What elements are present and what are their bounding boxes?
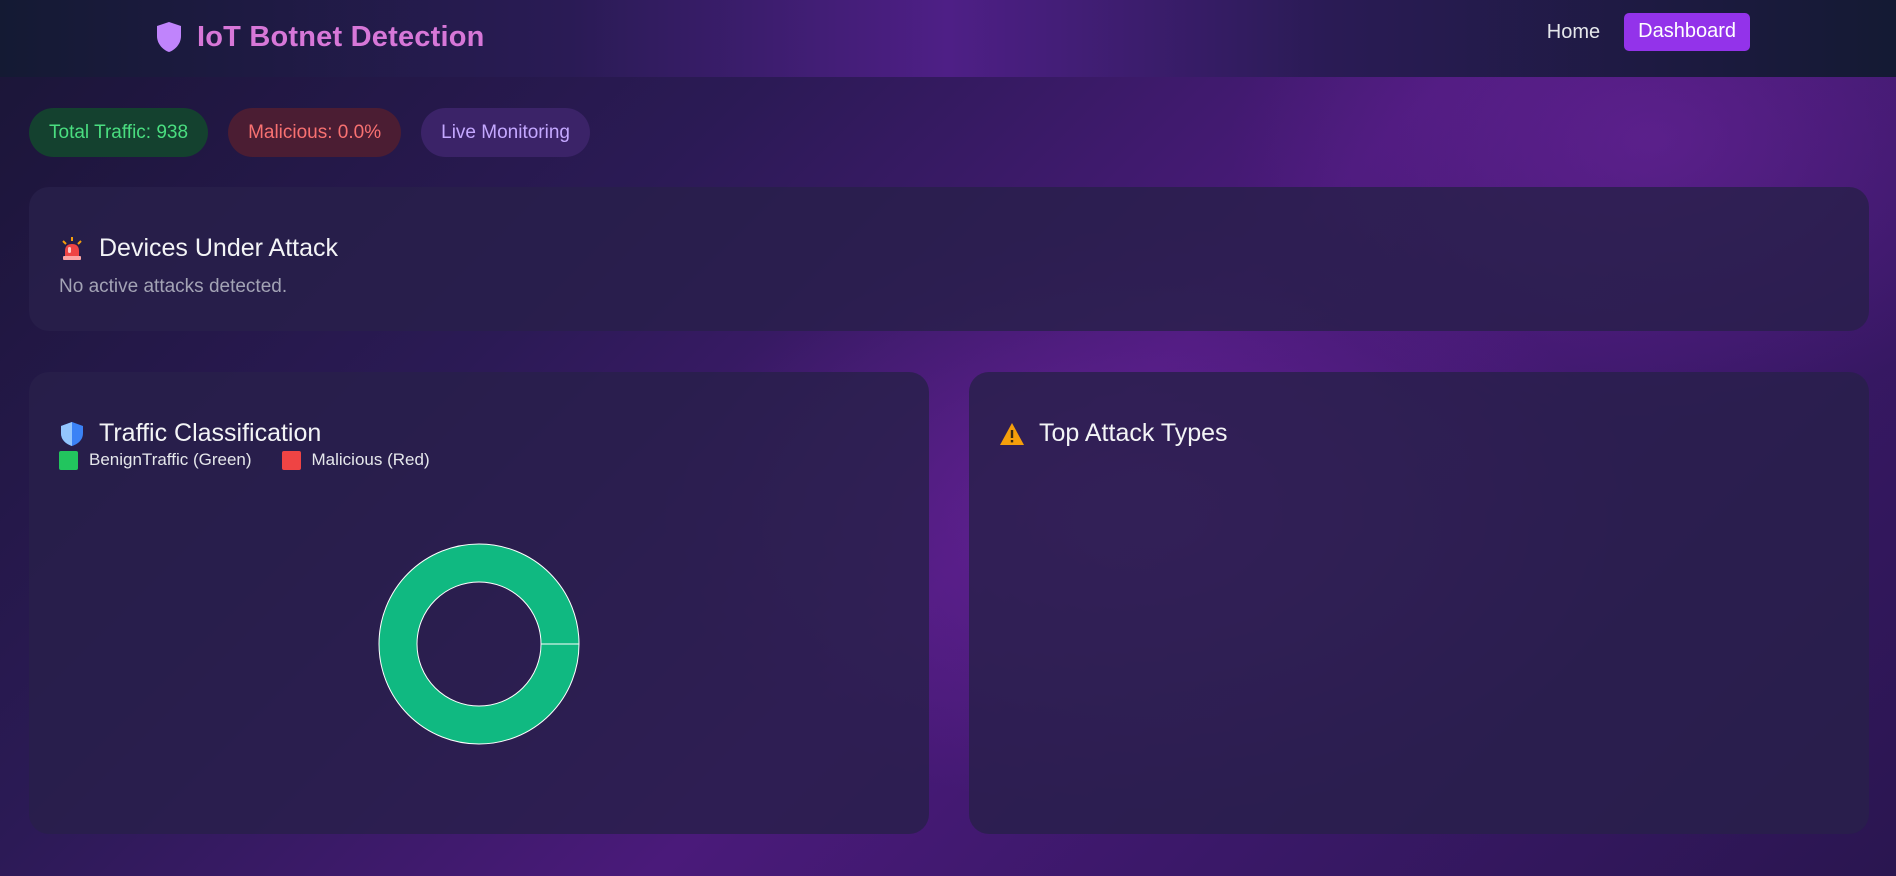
legend-label-benign: BenignTraffic (Green) xyxy=(89,450,252,469)
traffic-donut-chart[interactable] xyxy=(377,542,581,746)
main-nav: Home Dashboard xyxy=(1533,13,1750,51)
app-title: IoT Botnet Detection xyxy=(197,20,485,53)
total-traffic-badge: Total Traffic: 938 xyxy=(29,108,209,157)
live-monitoring-badge: Live Monitoring xyxy=(421,108,590,157)
stats-bar: Total Traffic: 938 Malicious: 0.0% Live … xyxy=(29,108,610,157)
devices-under-attack-title: Devices Under Attack xyxy=(99,234,338,262)
traffic-classification-heading: Traffic Classification xyxy=(59,419,321,448)
legend-item-benign[interactable]: BenignTraffic (Green) xyxy=(59,450,252,470)
top-attack-types-heading: Top Attack Types xyxy=(999,419,1228,448)
siren-icon xyxy=(62,236,82,260)
brand[interactable]: IoT Botnet Detection xyxy=(155,20,485,54)
traffic-classification-title: Traffic Classification xyxy=(99,419,322,447)
devices-under-attack-heading: Devices Under Attack xyxy=(59,234,338,263)
warning-icon xyxy=(1000,422,1024,445)
top-navbar: IoT Botnet Detection Home Dashboard xyxy=(0,0,1896,77)
nav-home-link[interactable]: Home xyxy=(1533,14,1614,51)
shield-icon xyxy=(157,22,181,52)
legend-swatch-malicious xyxy=(281,450,301,470)
nav-dashboard-button[interactable]: Dashboard xyxy=(1624,13,1750,51)
chart-legend: BenignTraffic (Green) Malicious (Red) xyxy=(59,450,460,470)
legend-swatch-benign xyxy=(59,450,78,470)
devices-under-attack-card: Devices Under Attack No active attacks d… xyxy=(29,187,1869,331)
legend-item-malicious[interactable]: Malicious (Red) xyxy=(281,450,430,470)
legend-label-malicious: Malicious (Red) xyxy=(311,450,430,469)
shield-icon xyxy=(61,421,83,446)
traffic-classification-card: Traffic Classification BenignTraffic (Gr… xyxy=(29,372,929,834)
no-attacks-message: No active attacks detected. xyxy=(59,276,288,297)
top-attack-types-card: Top Attack Types xyxy=(969,372,1869,834)
top-attack-types-title: Top Attack Types xyxy=(1039,419,1228,447)
malicious-badge: Malicious: 0.0% xyxy=(228,108,402,157)
